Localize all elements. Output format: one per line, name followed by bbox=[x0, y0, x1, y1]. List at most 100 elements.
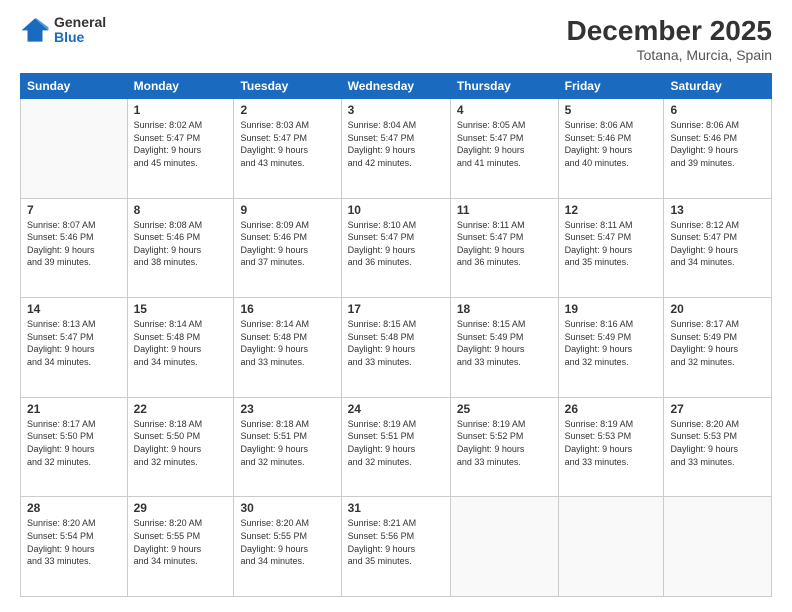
logo-text: General Blue bbox=[54, 15, 106, 46]
day-info: Sunrise: 8:15 AMSunset: 5:49 PMDaylight:… bbox=[457, 318, 552, 368]
day-info: Sunrise: 8:16 AMSunset: 5:49 PMDaylight:… bbox=[565, 318, 658, 368]
day-number: 27 bbox=[670, 402, 765, 416]
main-title: December 2025 bbox=[567, 15, 772, 47]
day-number: 14 bbox=[27, 302, 121, 316]
calendar-cell: 30 Sunrise: 8:20 AMSunset: 5:55 PMDayligh… bbox=[234, 497, 341, 597]
subtitle: Totana, Murcia, Spain bbox=[567, 47, 772, 63]
day-number: 29 bbox=[134, 501, 228, 515]
day-info: Sunrise: 8:17 AMSunset: 5:50 PMDaylight:… bbox=[27, 418, 121, 468]
day-info: Sunrise: 8:20 AMSunset: 5:54 PMDaylight:… bbox=[27, 517, 121, 567]
day-info: Sunrise: 8:13 AMSunset: 5:47 PMDaylight:… bbox=[27, 318, 121, 368]
day-number: 2 bbox=[240, 103, 334, 117]
day-number: 20 bbox=[670, 302, 765, 316]
day-number: 31 bbox=[348, 501, 444, 515]
day-number: 25 bbox=[457, 402, 552, 416]
day-info: Sunrise: 8:03 AMSunset: 5:47 PMDaylight:… bbox=[240, 119, 334, 169]
day-number: 6 bbox=[670, 103, 765, 117]
day-number: 16 bbox=[240, 302, 334, 316]
weekday-header-thursday: Thursday bbox=[450, 74, 558, 99]
calendar-cell: 24 Sunrise: 8:19 AMSunset: 5:51 PMDayligh… bbox=[341, 397, 450, 497]
calendar-cell: 8Sunrise: 8:08 AMSunset: 5:46 PMDaylight… bbox=[127, 198, 234, 298]
calendar-cell: 5 Sunrise: 8:06 AMSunset: 5:46 PMDaylight… bbox=[558, 99, 664, 199]
calendar-cell: 20 Sunrise: 8:17 AMSunset: 5:49 PMDayligh… bbox=[664, 298, 772, 398]
day-info: Sunrise: 8:06 AMSunset: 5:46 PMDaylight:… bbox=[565, 119, 658, 169]
day-number: 23 bbox=[240, 402, 334, 416]
day-info: Sunrise: 8:19 AMSunset: 5:51 PMDaylight:… bbox=[348, 418, 444, 468]
day-number: 4 bbox=[457, 103, 552, 117]
calendar-cell: 1Sunrise: 8:02 AMSunset: 5:47 PMDaylight… bbox=[127, 99, 234, 199]
day-info: Sunrise: 8:14 AMSunset: 5:48 PMDaylight:… bbox=[134, 318, 228, 368]
day-info: Sunrise: 8:14 AMSunset: 5:48 PMDaylight:… bbox=[240, 318, 334, 368]
calendar-cell: 18Sunrise: 8:15 AMSunset: 5:49 PMDayligh… bbox=[450, 298, 558, 398]
day-info: Sunrise: 8:07 AMSunset: 5:46 PMDaylight:… bbox=[27, 219, 121, 269]
calendar-cell: 16 Sunrise: 8:14 AMSunset: 5:48 PMDayligh… bbox=[234, 298, 341, 398]
calendar-cell: 28Sunrise: 8:20 AMSunset: 5:54 PMDayligh… bbox=[21, 497, 128, 597]
calendar-body: 1Sunrise: 8:02 AMSunset: 5:47 PMDaylight… bbox=[21, 99, 772, 597]
day-number: 21 bbox=[27, 402, 121, 416]
weekday-header-sunday: Sunday bbox=[21, 74, 128, 99]
calendar-cell: 3Sunrise: 8:04 AMSunset: 5:47 PMDaylight… bbox=[341, 99, 450, 199]
day-info: Sunrise: 8:08 AMSunset: 5:46 PMDaylight:… bbox=[134, 219, 228, 269]
day-number: 10 bbox=[348, 203, 444, 217]
calendar-cell: 6Sunrise: 8:06 AMSunset: 5:46 PMDaylight… bbox=[664, 99, 772, 199]
day-number: 30 bbox=[240, 501, 334, 515]
day-number: 9 bbox=[240, 203, 334, 217]
weekday-header-friday: Friday bbox=[558, 74, 664, 99]
day-info: Sunrise: 8:17 AMSunset: 5:49 PMDaylight:… bbox=[670, 318, 765, 368]
weekday-header-wednesday: Wednesday bbox=[341, 74, 450, 99]
calendar-cell: 21 Sunrise: 8:17 AMSunset: 5:50 PMDayligh… bbox=[21, 397, 128, 497]
calendar-week-5: 28Sunrise: 8:20 AMSunset: 5:54 PMDayligh… bbox=[21, 497, 772, 597]
weekday-header-row: SundayMondayTuesdayWednesdayThursdayFrid… bbox=[21, 74, 772, 99]
day-number: 17 bbox=[348, 302, 444, 316]
calendar-header: SundayMondayTuesdayWednesdayThursdayFrid… bbox=[21, 74, 772, 99]
calendar-cell: 25Sunrise: 8:19 AMSunset: 5:52 PMDayligh… bbox=[450, 397, 558, 497]
calendar-cell: 22 Sunrise: 8:18 AMSunset: 5:50 PMDayligh… bbox=[127, 397, 234, 497]
calendar-cell: 23 Sunrise: 8:18 AMSunset: 5:51 PMDayligh… bbox=[234, 397, 341, 497]
day-number: 5 bbox=[565, 103, 658, 117]
header: General Blue December 2025 Totana, Murci… bbox=[20, 15, 772, 63]
day-info: Sunrise: 8:15 AMSunset: 5:48 PMDaylight:… bbox=[348, 318, 444, 368]
logo: General Blue bbox=[20, 15, 106, 46]
calendar-cell: 4Sunrise: 8:05 AMSunset: 5:47 PMDaylight… bbox=[450, 99, 558, 199]
calendar-cell: 27 Sunrise: 8:20 AMSunset: 5:53 PMDayligh… bbox=[664, 397, 772, 497]
calendar-cell: 10Sunrise: 8:10 AMSunset: 5:47 PMDayligh… bbox=[341, 198, 450, 298]
calendar-cell: 11Sunrise: 8:11 AMSunset: 5:47 PMDayligh… bbox=[450, 198, 558, 298]
day-info: Sunrise: 8:04 AMSunset: 5:47 PMDaylight:… bbox=[348, 119, 444, 169]
calendar-cell bbox=[558, 497, 664, 597]
day-info: Sunrise: 8:21 AMSunset: 5:56 PMDaylight:… bbox=[348, 517, 444, 567]
calendar-cell: 17 Sunrise: 8:15 AMSunset: 5:48 PMDayligh… bbox=[341, 298, 450, 398]
day-number: 7 bbox=[27, 203, 121, 217]
calendar-cell: 13 Sunrise: 8:12 AMSunset: 5:47 PMDayligh… bbox=[664, 198, 772, 298]
day-number: 19 bbox=[565, 302, 658, 316]
day-number: 26 bbox=[565, 402, 658, 416]
day-info: Sunrise: 8:12 AMSunset: 5:47 PMDaylight:… bbox=[670, 219, 765, 269]
logo-blue-text: Blue bbox=[54, 30, 106, 45]
day-info: Sunrise: 8:18 AMSunset: 5:50 PMDaylight:… bbox=[134, 418, 228, 468]
calendar-table: SundayMondayTuesdayWednesdayThursdayFrid… bbox=[20, 73, 772, 597]
calendar-cell: 19 Sunrise: 8:16 AMSunset: 5:49 PMDayligh… bbox=[558, 298, 664, 398]
day-info: Sunrise: 8:09 AMSunset: 5:46 PMDaylight:… bbox=[240, 219, 334, 269]
weekday-header-saturday: Saturday bbox=[664, 74, 772, 99]
day-number: 22 bbox=[134, 402, 228, 416]
day-info: Sunrise: 8:11 AMSunset: 5:47 PMDaylight:… bbox=[565, 219, 658, 269]
calendar-cell: 14 Sunrise: 8:13 AMSunset: 5:47 PMDayligh… bbox=[21, 298, 128, 398]
weekday-header-tuesday: Tuesday bbox=[234, 74, 341, 99]
calendar-cell: 9 Sunrise: 8:09 AMSunset: 5:46 PMDaylight… bbox=[234, 198, 341, 298]
calendar-cell: 7 Sunrise: 8:07 AMSunset: 5:46 PMDaylight… bbox=[21, 198, 128, 298]
day-number: 24 bbox=[348, 402, 444, 416]
calendar-cell: 31 Sunrise: 8:21 AMSunset: 5:56 PMDayligh… bbox=[341, 497, 450, 597]
calendar-week-2: 7 Sunrise: 8:07 AMSunset: 5:46 PMDaylight… bbox=[21, 198, 772, 298]
calendar-cell bbox=[664, 497, 772, 597]
day-info: Sunrise: 8:20 AMSunset: 5:55 PMDaylight:… bbox=[240, 517, 334, 567]
page: General Blue December 2025 Totana, Murci… bbox=[0, 0, 792, 612]
day-number: 15 bbox=[134, 302, 228, 316]
day-info: Sunrise: 8:02 AMSunset: 5:47 PMDaylight:… bbox=[134, 119, 228, 169]
day-number: 13 bbox=[670, 203, 765, 217]
day-info: Sunrise: 8:20 AMSunset: 5:55 PMDaylight:… bbox=[134, 517, 228, 567]
day-info: Sunrise: 8:18 AMSunset: 5:51 PMDaylight:… bbox=[240, 418, 334, 468]
calendar-cell: 29 Sunrise: 8:20 AMSunset: 5:55 PMDayligh… bbox=[127, 497, 234, 597]
calendar-week-4: 21 Sunrise: 8:17 AMSunset: 5:50 PMDayligh… bbox=[21, 397, 772, 497]
day-number: 11 bbox=[457, 203, 552, 217]
day-info: Sunrise: 8:20 AMSunset: 5:53 PMDaylight:… bbox=[670, 418, 765, 468]
title-block: December 2025 Totana, Murcia, Spain bbox=[567, 15, 772, 63]
